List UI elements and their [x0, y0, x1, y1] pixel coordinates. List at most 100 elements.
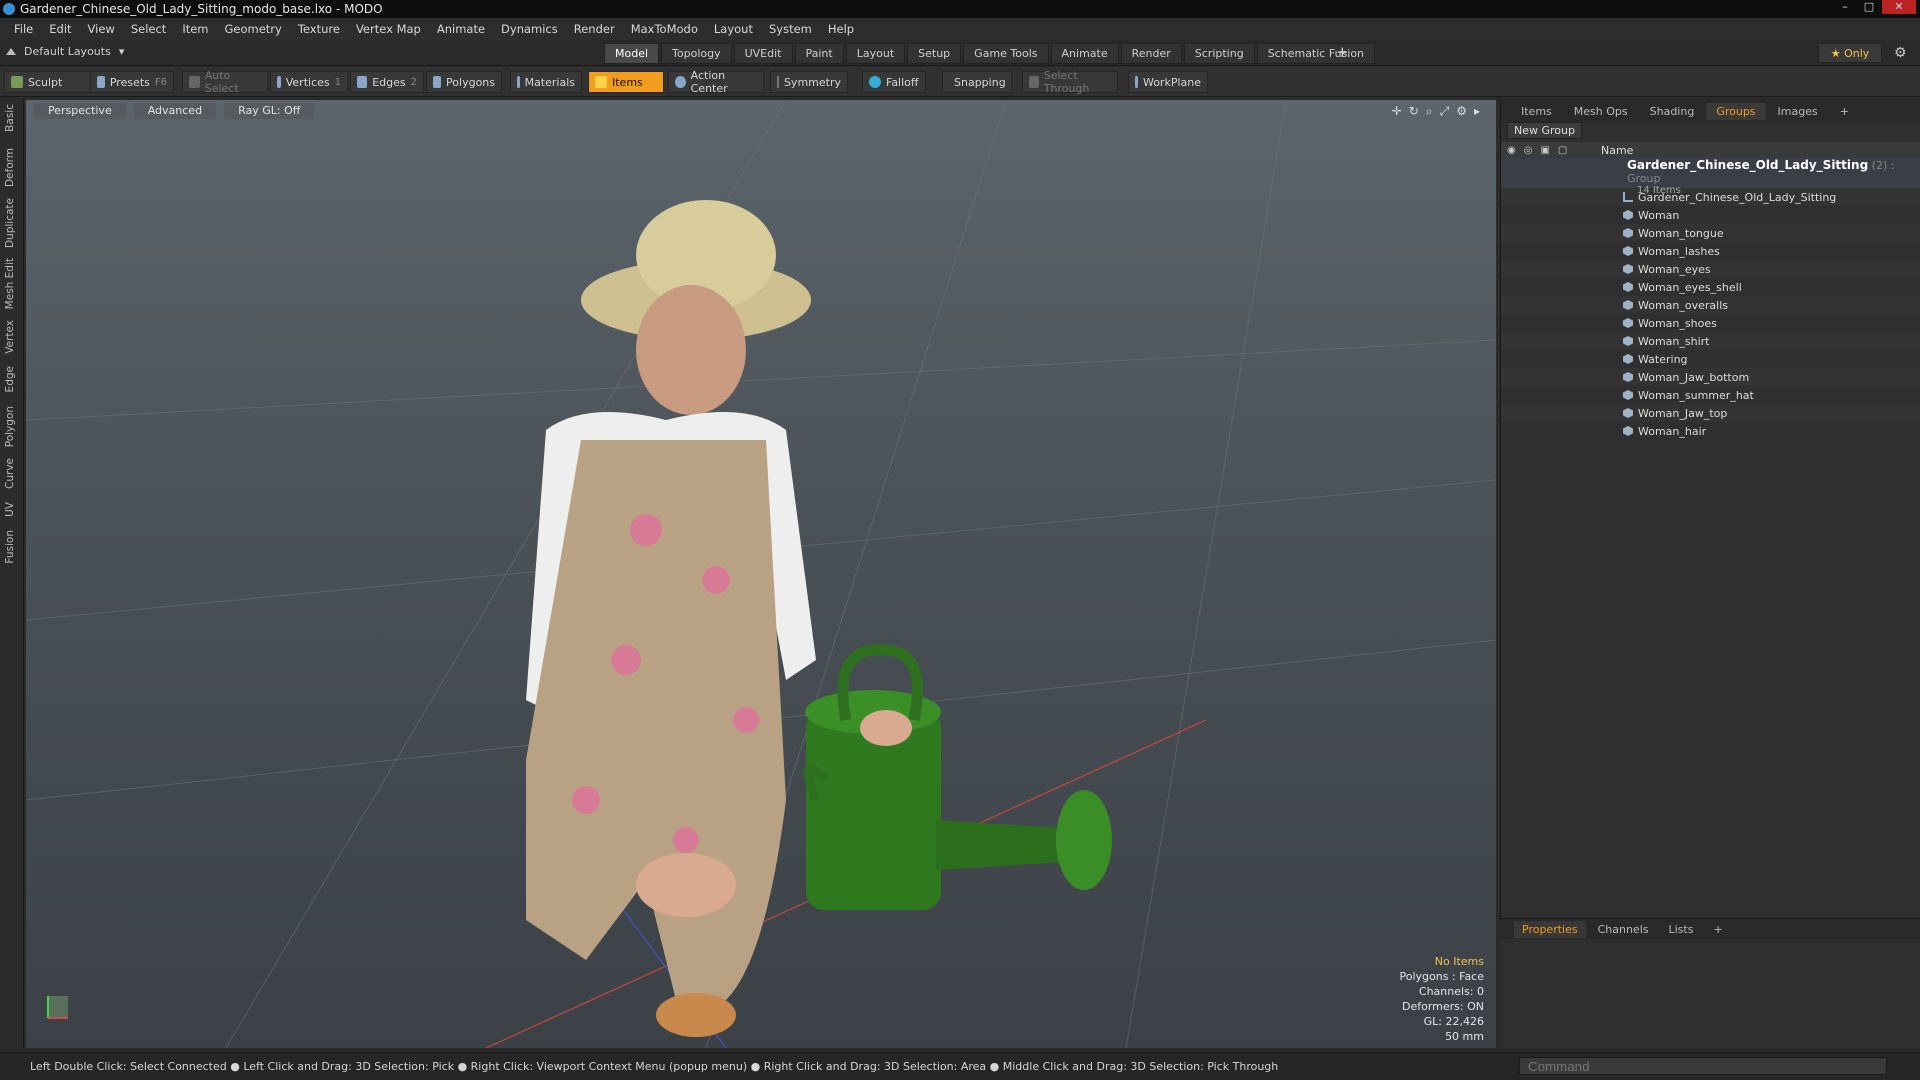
tab-schematic-fusion[interactable]: Schematic Fusion [1256, 43, 1376, 64]
tab-groups[interactable]: Groups [1706, 102, 1766, 120]
polygons-button[interactable]: Polygons [426, 71, 502, 93]
tab-shading[interactable]: Shading [1640, 103, 1705, 120]
presets-button[interactable]: Presets F6 [90, 71, 174, 93]
selectable-icon[interactable]: ▢ [1558, 145, 1567, 156]
tab-animate[interactable]: Animate [1050, 43, 1119, 64]
vtab-curve[interactable]: Curve [4, 458, 16, 489]
select-through-button[interactable]: Select Through [1022, 69, 1118, 95]
default-layouts-dropdown[interactable]: Default Layouts ▾ [6, 45, 124, 58]
menu-system[interactable]: System [761, 22, 820, 36]
menu-help[interactable]: Help [820, 22, 862, 36]
list-item[interactable]: Gardener_Chinese_Old_Lady_Sitting [1501, 188, 1920, 206]
minimize-icon[interactable]: – [1834, 0, 1856, 14]
lock-icon[interactable]: ▣ [1540, 145, 1549, 156]
vtab-edge[interactable]: Edge [4, 366, 16, 392]
list-item[interactable]: Woman_overalls [1501, 296, 1920, 314]
raygl-toggle[interactable]: Ray GL: Off [224, 103, 315, 119]
menu-file[interactable]: File [6, 22, 41, 36]
tab-items[interactable]: Items [1511, 103, 1562, 120]
3d-viewport[interactable]: Perspective Advanced Ray GL: Off ✛ ↻ ⌕ ⤢… [26, 100, 1496, 1048]
snapping-button[interactable]: Snapping [942, 71, 1012, 93]
fit-icon[interactable]: ⤢ [1440, 104, 1450, 119]
gear-icon[interactable]: ⚙ [1894, 45, 1907, 61]
collapse-icon[interactable] [6, 48, 16, 55]
tab-scripting[interactable]: Scripting [1183, 43, 1255, 64]
tab-layout[interactable]: Layout [845, 43, 906, 64]
sculpt-button[interactable]: Sculpt [4, 71, 94, 93]
vtab-fusion[interactable]: Fusion [4, 530, 16, 564]
tab-images[interactable]: Images [1768, 103, 1828, 120]
close-icon[interactable]: ✕ [1882, 0, 1916, 14]
menu-layout[interactable]: Layout [706, 22, 761, 36]
eye-icon[interactable]: ◉ [1507, 145, 1516, 156]
command-input[interactable] [1519, 1057, 1887, 1075]
viewport-settings-icon[interactable]: ⚙ [1456, 104, 1467, 119]
menu-item[interactable]: Item [174, 22, 216, 36]
tab-render[interactable]: Render [1120, 43, 1182, 64]
menu-texture[interactable]: Texture [290, 22, 348, 36]
viewport-expand-icon[interactable]: ▸ [1474, 104, 1480, 119]
rotate-icon[interactable]: ↻ [1409, 104, 1419, 119]
tab-paint[interactable]: Paint [794, 43, 844, 64]
vtab-duplicate[interactable]: Duplicate [4, 198, 16, 248]
list-item[interactable]: Woman_shirt [1501, 332, 1920, 350]
menu-animate[interactable]: Animate [429, 22, 493, 36]
list-item[interactable]: Woman_Jaw_bottom [1501, 368, 1920, 386]
list-item[interactable]: Woman_lashes [1501, 242, 1920, 260]
tab-properties[interactable]: Properties [1514, 920, 1586, 938]
vtab-polygon[interactable]: Polygon [4, 406, 16, 447]
workplane-button[interactable]: WorkPlane [1128, 71, 1208, 93]
list-item[interactable]: Woman_shoes [1501, 314, 1920, 332]
list-item[interactable]: Woman_Jaw_top [1501, 404, 1920, 422]
tab-topology[interactable]: Topology [661, 43, 732, 64]
menu-render[interactable]: Render [566, 22, 623, 36]
list-item[interactable]: Watering [1501, 350, 1920, 368]
add-panel-tab-button[interactable]: + [1830, 103, 1859, 120]
new-group-button[interactable]: New Group [1507, 122, 1582, 139]
falloff-button[interactable]: Falloff [862, 71, 926, 93]
menu-dynamics[interactable]: Dynamics [493, 22, 566, 36]
symmetry-button[interactable]: Symmetry [770, 71, 848, 93]
edges-button[interactable]: Edges 2 [350, 71, 424, 93]
auto-select-button[interactable]: Auto Select [182, 69, 268, 95]
only-button[interactable]: ★ Only [1818, 43, 1882, 63]
group-row[interactable]: Gardener_Chinese_Old_Lady_Sitting (2) : … [1501, 158, 1920, 196]
vtab-deform[interactable]: Deform [4, 148, 16, 187]
tab-model[interactable]: Model [604, 43, 660, 64]
tab-setup[interactable]: Setup [907, 43, 962, 64]
menu-select[interactable]: Select [123, 22, 174, 36]
name-column-header[interactable]: Name [1597, 144, 1633, 157]
tab-mesh-ops[interactable]: Mesh Ops [1564, 103, 1638, 120]
vtab-vertex[interactable]: Vertex [4, 320, 16, 354]
render-icon[interactable]: ◎ [1524, 145, 1533, 156]
add-tab-button[interactable]: + [1336, 43, 1349, 61]
tab-lists[interactable]: Lists [1661, 921, 1702, 938]
list-item[interactable]: Woman_eyes [1501, 260, 1920, 278]
list-item[interactable]: Woman_hair [1501, 422, 1920, 440]
menu-geometry[interactable]: Geometry [217, 22, 290, 36]
pan-icon[interactable]: ✛ [1392, 104, 1402, 119]
vtab-uv[interactable]: UV [4, 502, 16, 517]
tab-channels[interactable]: Channels [1590, 921, 1657, 938]
vertices-button[interactable]: Vertices 1 [270, 71, 348, 93]
menu-maxtomodo[interactable]: MaxToModo [623, 22, 706, 36]
tab-uvedit[interactable]: UVEdit [733, 43, 793, 64]
vtab-basic[interactable]: Basic [4, 104, 16, 132]
menu-view[interactable]: View [80, 22, 123, 36]
menu-vertex-map[interactable]: Vertex Map [348, 22, 429, 36]
maximize-icon[interactable]: □ [1858, 0, 1880, 14]
add-properties-tab-button[interactable]: + [1705, 921, 1730, 938]
list-item[interactable]: Woman_eyes_shell [1501, 278, 1920, 296]
view-mode-button[interactable]: Perspective [34, 103, 126, 119]
tab-game-tools[interactable]: Game Tools [963, 43, 1049, 64]
list-item[interactable]: Woman_tongue [1501, 224, 1920, 242]
zoom-icon[interactable]: ⌕ [1426, 104, 1433, 119]
materials-button[interactable]: Materials [510, 71, 582, 93]
vtab-mesh-edit[interactable]: Mesh Edit [4, 258, 16, 309]
action-center-button[interactable]: Action Center [668, 69, 764, 95]
shading-mode-button[interactable]: Advanced [133, 103, 217, 119]
menu-edit[interactable]: Edit [41, 22, 79, 36]
list-item[interactable]: Woman [1501, 206, 1920, 224]
list-item[interactable]: Woman_summer_hat [1501, 386, 1920, 404]
items-button[interactable]: Items [588, 71, 664, 93]
